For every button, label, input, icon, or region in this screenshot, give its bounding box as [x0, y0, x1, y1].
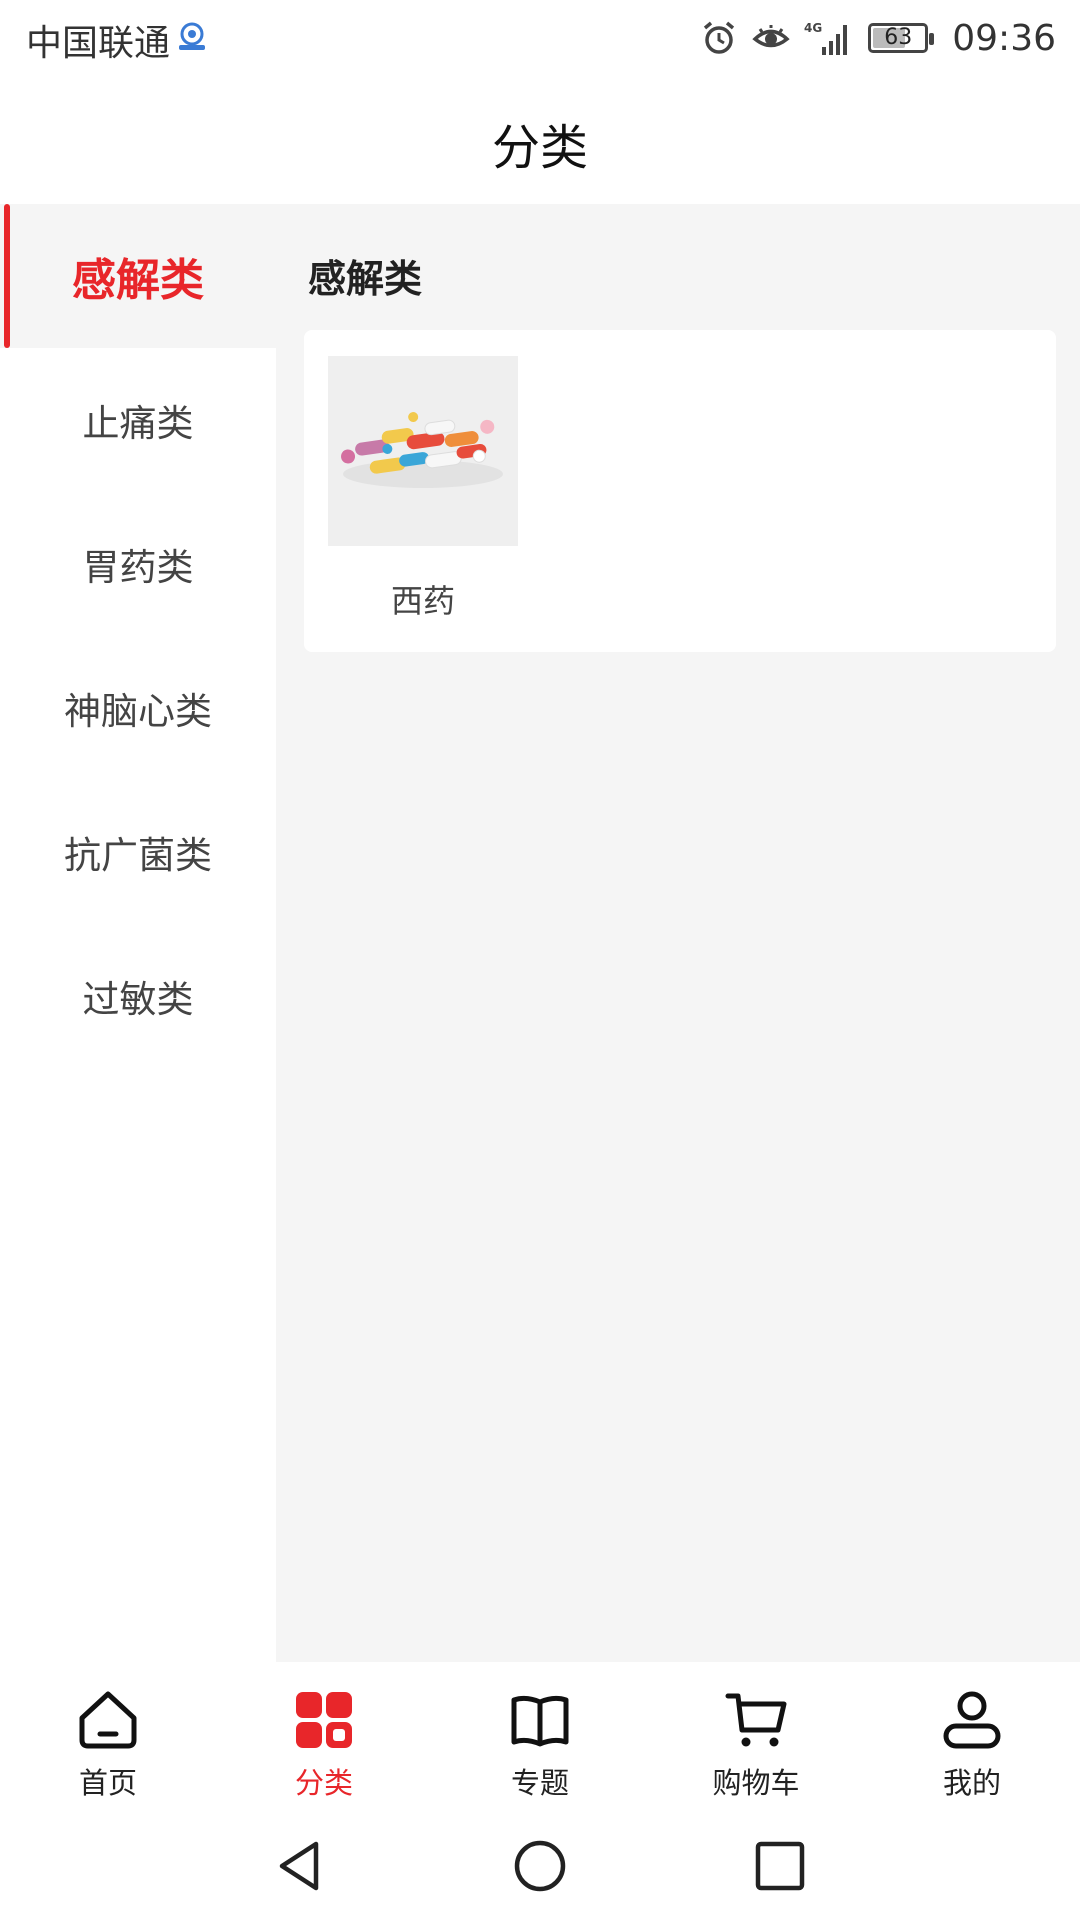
alarm-icon	[704, 21, 735, 54]
nav-category[interactable]: 分类	[216, 1662, 432, 1812]
nav-cart[interactable]: 购物车	[648, 1662, 864, 1812]
sidebar-item-label: 过敏类	[82, 978, 194, 1021]
category-grid-icon	[296, 1692, 352, 1748]
sidebar-item-label: 感解类	[72, 255, 204, 306]
page-title: 分类	[491, 120, 588, 176]
sidebar-item-cold[interactable]: 感解类	[0, 204, 276, 348]
category-content: 感解类 西药	[276, 204, 1080, 1662]
system-nav-bar	[0, 1812, 1080, 1920]
sidebar-item-stomach[interactable]: 胃药类	[0, 492, 276, 636]
home-icon	[79, 1691, 137, 1749]
home-circle-icon[interactable]	[512, 1838, 568, 1894]
carrier-name: 中国联通	[26, 23, 171, 64]
category-sidebar: 感解类 止痛类 胃药类 神脑心类 抗广菌类 过敏类	[0, 204, 276, 1662]
nav-home[interactable]: 首页	[0, 1662, 216, 1812]
nav-profile[interactable]: 我的	[864, 1662, 1080, 1812]
nav-label: 我的	[942, 1766, 1001, 1800]
carrier-badge-icon	[179, 22, 205, 50]
recents-icon[interactable]	[752, 1838, 808, 1894]
signal-icon: 4G	[804, 21, 848, 55]
book-icon	[511, 1695, 569, 1747]
status-bar: 中国联通 4G 63 09:36	[0, 0, 1080, 76]
product-name: 西药	[390, 582, 455, 620]
sidebar-item-allergy[interactable]: 过敏类	[0, 924, 276, 1068]
eye-comfort-icon	[752, 25, 790, 48]
clock: 09:36	[952, 17, 1056, 59]
network-type-label: 4G	[804, 21, 822, 35]
sidebar-item-brain-heart[interactable]: 神脑心类	[0, 636, 276, 780]
sidebar-item-label: 神脑心类	[64, 690, 212, 733]
back-icon[interactable]	[272, 1838, 328, 1894]
status-icons: 4G 63 09:36	[700, 14, 1056, 62]
sidebar-item-label: 抗广菌类	[64, 834, 212, 877]
product-item[interactable]: 西药	[328, 356, 518, 622]
nav-label: 首页	[78, 1766, 137, 1800]
product-card: 西药	[304, 330, 1056, 652]
nav-label: 购物车	[712, 1766, 800, 1800]
section-title: 感解类	[308, 257, 423, 301]
nav-topics[interactable]: 专题	[432, 1662, 648, 1812]
sidebar-item-antibacterial[interactable]: 抗广菌类	[0, 780, 276, 924]
battery-icon: 63	[868, 23, 935, 53]
profile-icon	[943, 1691, 1001, 1749]
cart-icon	[725, 1693, 787, 1747]
nav-label: 分类	[294, 1766, 353, 1800]
bottom-nav: 首页 分类 专题 购物车 我的	[0, 1662, 1080, 1812]
sidebar-item-pain[interactable]: 止痛类	[0, 348, 276, 492]
battery-percent: 63	[884, 25, 913, 50]
sidebar-item-label: 止痛类	[82, 402, 194, 445]
pills-image	[328, 356, 518, 546]
sidebar-item-label: 胃药类	[82, 546, 194, 589]
title-bar: 分类	[0, 76, 1080, 204]
nav-label: 专题	[510, 1766, 569, 1800]
